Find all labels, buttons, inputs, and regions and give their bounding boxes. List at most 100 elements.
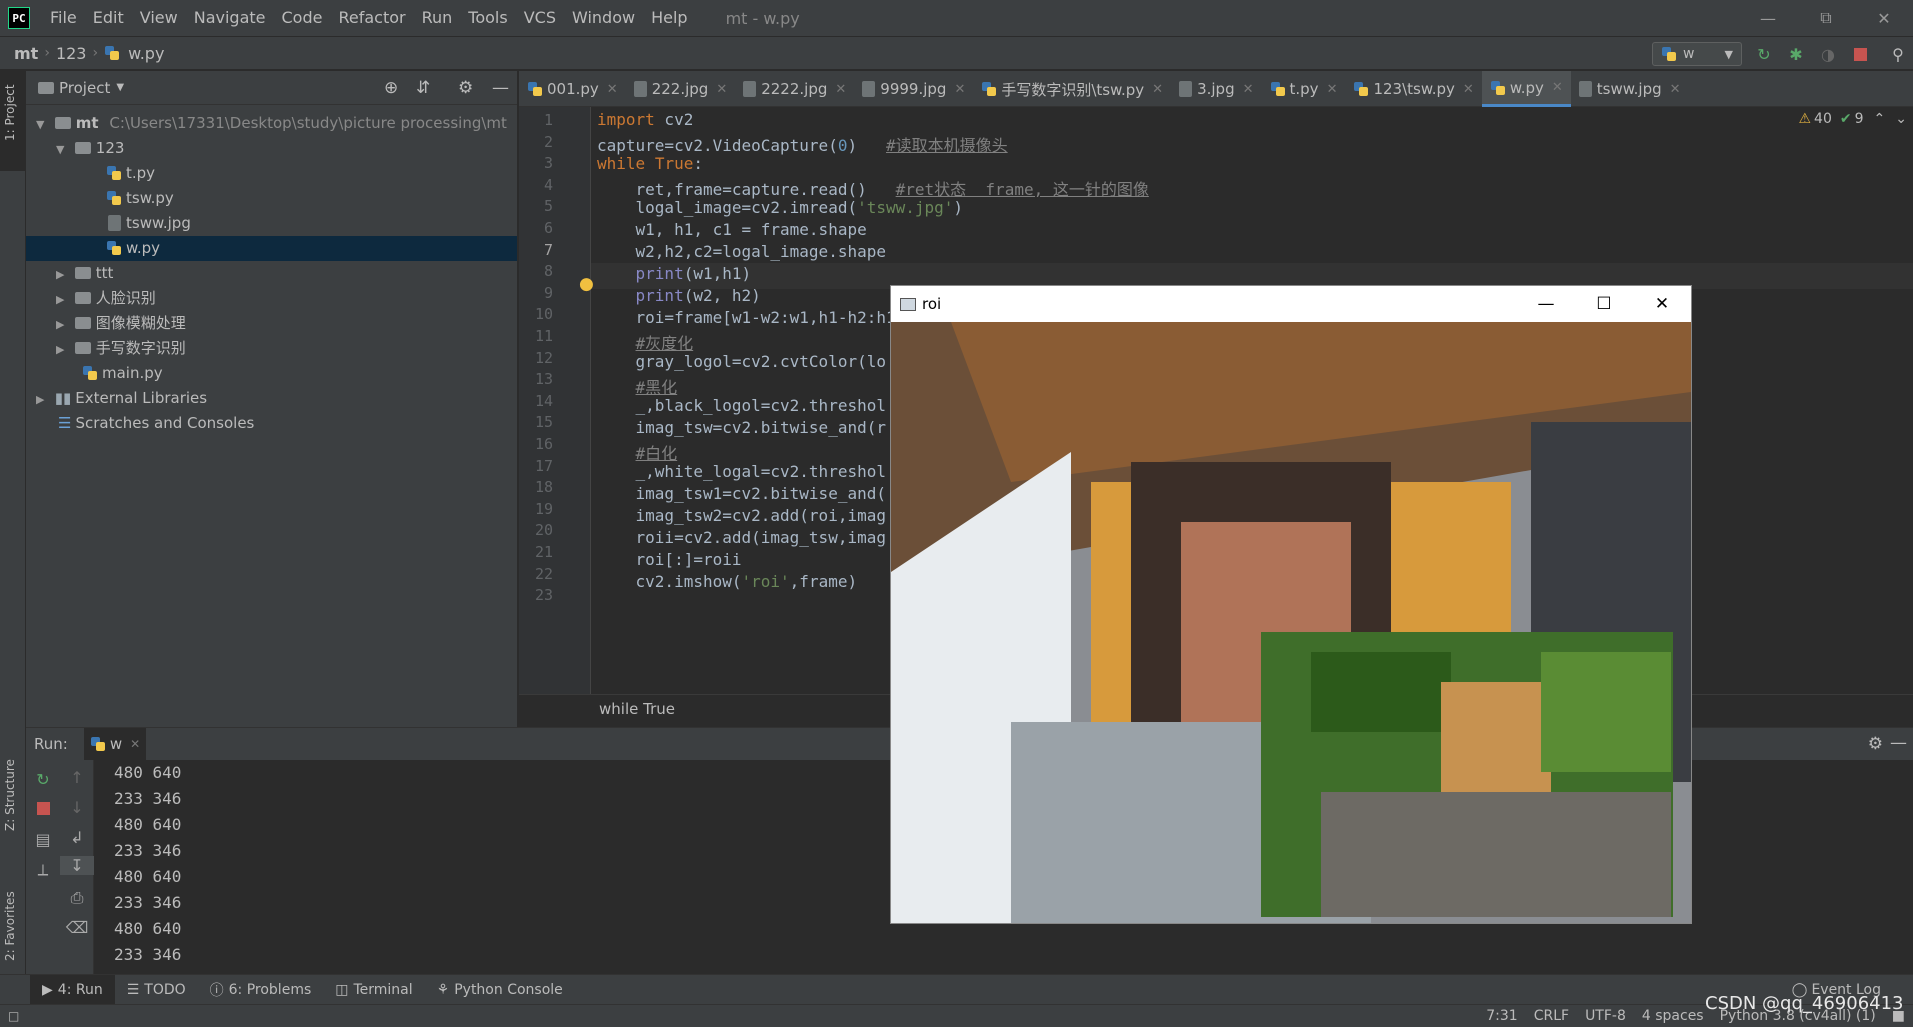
- menu-file[interactable]: File: [42, 0, 85, 36]
- breadcrumb-folder[interactable]: 123: [52, 44, 91, 63]
- tree-folder-blur[interactable]: ▶ 图像模糊处理: [26, 311, 517, 336]
- collapse-all-icon[interactable]: ⇵: [416, 78, 430, 98]
- close-icon[interactable]: ✕: [1670, 82, 1681, 97]
- chevron-down-icon[interactable]: ⌄: [1895, 111, 1907, 127]
- layout-icon[interactable]: ▤: [26, 830, 60, 849]
- tree-file-main-py[interactable]: main.py: [26, 361, 517, 386]
- project-title[interactable]: Project: [59, 79, 110, 97]
- hide-panel-icon[interactable]: —: [492, 78, 509, 98]
- menu-tools[interactable]: Tools: [460, 0, 515, 36]
- tree-file-w-py[interactable]: w.py: [26, 236, 517, 261]
- project-tool-tab[interactable]: 1: Project: [0, 71, 26, 171]
- menu-edit[interactable]: Edit: [85, 0, 132, 36]
- menu-refactor[interactable]: Refactor: [330, 0, 413, 36]
- file-encoding[interactable]: UTF-8: [1577, 1008, 1634, 1024]
- locate-target-icon[interactable]: ⊕: [384, 78, 398, 98]
- tree-folder-digits[interactable]: ▶ 手写数字识别: [26, 336, 517, 361]
- close-icon[interactable]: ✕: [1463, 82, 1474, 97]
- menu-window[interactable]: Window: [564, 0, 643, 36]
- favorites-tool-label[interactable]: 2: Favorites: [3, 891, 17, 961]
- gear-icon[interactable]: ⚙: [458, 78, 473, 98]
- run-tab-w[interactable]: w ✕: [83, 728, 147, 760]
- tab-problems[interactable]: ⓘ 6: Problems: [198, 975, 324, 1005]
- breadcrumb-file[interactable]: w.py: [124, 44, 168, 63]
- close-icon[interactable]: ✕: [835, 82, 846, 97]
- gear-icon[interactable]: ⚙: [1868, 734, 1883, 754]
- close-icon[interactable]: ✕: [954, 82, 965, 97]
- tree-file-t-py[interactable]: t.py: [26, 161, 517, 186]
- line-separator[interactable]: CRLF: [1526, 1008, 1577, 1024]
- chevron-up-icon[interactable]: ⌃: [1874, 111, 1886, 127]
- tab-digits-tsw-py[interactable]: 手写数字识别\tsw.py ✕: [973, 71, 1171, 107]
- breadcrumb-project[interactable]: mt: [10, 44, 42, 63]
- maximize-button[interactable]: ☐: [1575, 286, 1633, 322]
- tab-001-py[interactable]: 001.py ✕: [519, 71, 626, 107]
- close-icon[interactable]: ✕: [1243, 82, 1254, 97]
- tab-tsww-jpg[interactable]: tsww.jpg ✕: [1571, 71, 1689, 107]
- close-icon[interactable]: ✕: [130, 737, 140, 751]
- scroll-to-end-icon[interactable]: ↧: [60, 856, 94, 875]
- close-icon[interactable]: ✕: [716, 82, 727, 97]
- tree-file-tsw-py[interactable]: tsw.py: [26, 186, 517, 211]
- trash-icon[interactable]: ⌫: [60, 918, 94, 937]
- coverage-icon[interactable]: ◑: [1818, 44, 1838, 64]
- pin-icon[interactable]: ⟂: [26, 860, 60, 880]
- tab-2222-jpg[interactable]: 2222.jpg ✕: [735, 71, 854, 107]
- roi-window[interactable]: roi — ☐ ✕: [891, 286, 1691, 923]
- tab-9999-jpg[interactable]: 9999.jpg ✕: [854, 71, 973, 107]
- tab-run[interactable]: ▶ 4: Run: [30, 974, 115, 1005]
- lightbulb-icon[interactable]: ●: [579, 274, 594, 294]
- restore-button[interactable]: ⧉: [1797, 0, 1855, 36]
- tree-file-tsww-jpg[interactable]: tsww.jpg: [26, 211, 517, 236]
- close-icon[interactable]: ✕: [1552, 80, 1563, 95]
- tab-w-py[interactable]: w.py ✕: [1481, 71, 1571, 107]
- menu-view[interactable]: View: [132, 0, 186, 36]
- menu-code[interactable]: Code: [274, 0, 331, 36]
- tree-scratches[interactable]: ☰ Scratches and Consoles: [26, 411, 517, 436]
- tab-python-console[interactable]: ⚘ Python Console: [425, 975, 575, 1005]
- menu-run[interactable]: Run: [414, 0, 461, 36]
- tree-folder-ttt[interactable]: ▶ ttt: [26, 261, 517, 286]
- minimize-button[interactable]: —: [1517, 286, 1575, 322]
- menu-help[interactable]: Help: [643, 0, 695, 36]
- close-button[interactable]: ✕: [1855, 0, 1913, 36]
- inspection-widget[interactable]: ⚠ 40 ✔ 9 ⌃ ⌄: [1798, 111, 1907, 127]
- code-breadcrumb[interactable]: while True: [599, 700, 675, 718]
- arrow-down-icon[interactable]: ↓: [60, 798, 94, 817]
- debug-bug-icon[interactable]: ✱: [1786, 44, 1806, 64]
- tree-root-mt[interactable]: ▼ mt C:\Users\17331\Desktop\study\pictur…: [26, 111, 517, 136]
- hide-panel-icon[interactable]: —: [1890, 733, 1907, 753]
- run-config-selector[interactable]: w ▼: [1652, 42, 1742, 66]
- caret-position[interactable]: 7:31: [1478, 1008, 1525, 1024]
- roi-window-titlebar[interactable]: roi — ☐ ✕: [891, 286, 1691, 322]
- structure-tool-label[interactable]: Z: Structure: [3, 759, 17, 831]
- line-number: 11: [534, 327, 553, 345]
- tree-folder-face[interactable]: ▶ 人脸识别: [26, 286, 517, 311]
- panel-toggle-icon[interactable]: □: [8, 1009, 19, 1023]
- tab-3-jpg[interactable]: 3.jpg ✕: [1171, 71, 1261, 107]
- menu-navigate[interactable]: Navigate: [186, 0, 274, 36]
- stop-icon[interactable]: [1850, 44, 1870, 64]
- search-icon[interactable]: ⚲: [1888, 44, 1908, 64]
- menu-vcs[interactable]: VCS: [516, 0, 564, 36]
- tab-222-jpg[interactable]: 222.jpg ✕: [626, 71, 736, 107]
- tree-folder-123[interactable]: ▼ 123: [26, 136, 517, 161]
- rerun-icon[interactable]: ↻: [1754, 44, 1774, 64]
- close-button[interactable]: ✕: [1633, 286, 1691, 322]
- close-icon[interactable]: ✕: [1152, 82, 1163, 97]
- soft-wrap-icon[interactable]: ↲: [60, 828, 94, 847]
- close-icon[interactable]: ✕: [607, 82, 618, 97]
- tab-terminal[interactable]: ◫ Terminal: [323, 975, 424, 1005]
- indent-setting[interactable]: 4 spaces: [1634, 1008, 1712, 1024]
- rerun-icon[interactable]: ↻: [26, 770, 60, 789]
- close-icon[interactable]: ✕: [1327, 82, 1338, 97]
- tab-123-tsw-py[interactable]: 123\tsw.py ✕: [1345, 71, 1481, 107]
- tab-todo[interactable]: ☰ TODO: [115, 975, 198, 1005]
- dropdown-arrow-icon[interactable]: ▼: [116, 82, 124, 93]
- tree-external-libraries[interactable]: ▶ ▮▮ External Libraries: [26, 386, 517, 411]
- minimize-button[interactable]: —: [1739, 0, 1797, 36]
- print-icon[interactable]: ⎙: [60, 888, 94, 908]
- stop-icon[interactable]: [26, 800, 60, 819]
- arrow-up-icon[interactable]: ↑: [60, 768, 94, 787]
- tab-t-py[interactable]: t.py ✕: [1262, 71, 1346, 107]
